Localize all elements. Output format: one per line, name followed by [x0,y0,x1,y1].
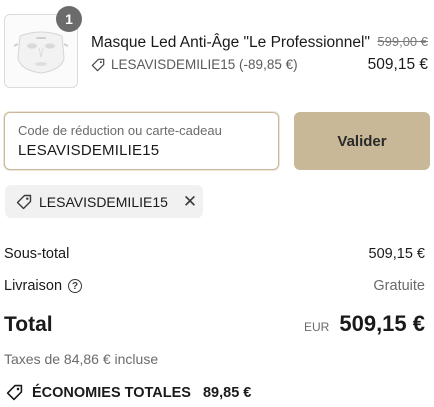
subtotal-row: Sous-total 509,15 € [4,246,425,262]
shipping-value: Gratuite [373,278,425,294]
savings-value: 89,85 € [202,384,252,401]
product-discount-label: LESAVISDEMILIE15 (-89,85 €) [111,57,298,72]
total-value: 509,15 € [339,311,425,336]
taxes-note: Taxes de 84,86 € incluse [4,351,159,367]
tag-icon [91,58,105,71]
discount-code-input[interactable]: Code de réduction ou carte-cadeau LESAVI… [4,112,279,170]
discount-code-placeholder: Code de réduction ou carte-cadeau [18,123,222,138]
subtotal-label: Sous-total [4,246,70,262]
product-discount: LESAVISDEMILIE15 (-89,85 €) [91,57,298,72]
shipping-label-group: Livraison ? [4,278,83,294]
remove-discount-icon[interactable]: ✕ [183,193,197,210]
apply-discount-button[interactable]: Valider [294,112,430,170]
help-icon[interactable]: ? [68,279,83,293]
total-row: Total EUR 509,15 € [4,311,425,337]
applied-discount-code: LESAVISDEMILIE15 [39,193,168,210]
applied-discount-chip: LESAVISDEMILIE15 ✕ [5,185,203,218]
cart-line-item: 1 Masque Led Anti-Âge "Le Professionnel"… [4,6,430,90]
subtotal-value: 509,15 € [368,246,425,262]
currency-code: EUR [304,320,330,334]
total-savings: ÉCONOMIES TOTALES 89,85 € [6,384,251,401]
discount-code-value[interactable]: LESAVISDEMILIE15 [18,142,159,159]
tag-icon [6,384,23,401]
quantity-badge: 1 [56,6,82,32]
shipping-row: Livraison ? Gratuite [4,278,425,294]
savings-label: ÉCONOMIES TOTALES [32,384,191,401]
total-label: Total [4,313,53,336]
product-name: Masque Led Anti-Âge "Le Professionnel" [91,34,370,51]
original-price: 599,00 € [377,34,428,49]
total-amount: EUR 509,15 € [304,311,425,337]
led-mask-image [13,31,69,74]
product-price: 509,15 € [367,56,428,73]
shipping-label: Livraison [4,278,63,294]
tag-icon [16,194,32,209]
